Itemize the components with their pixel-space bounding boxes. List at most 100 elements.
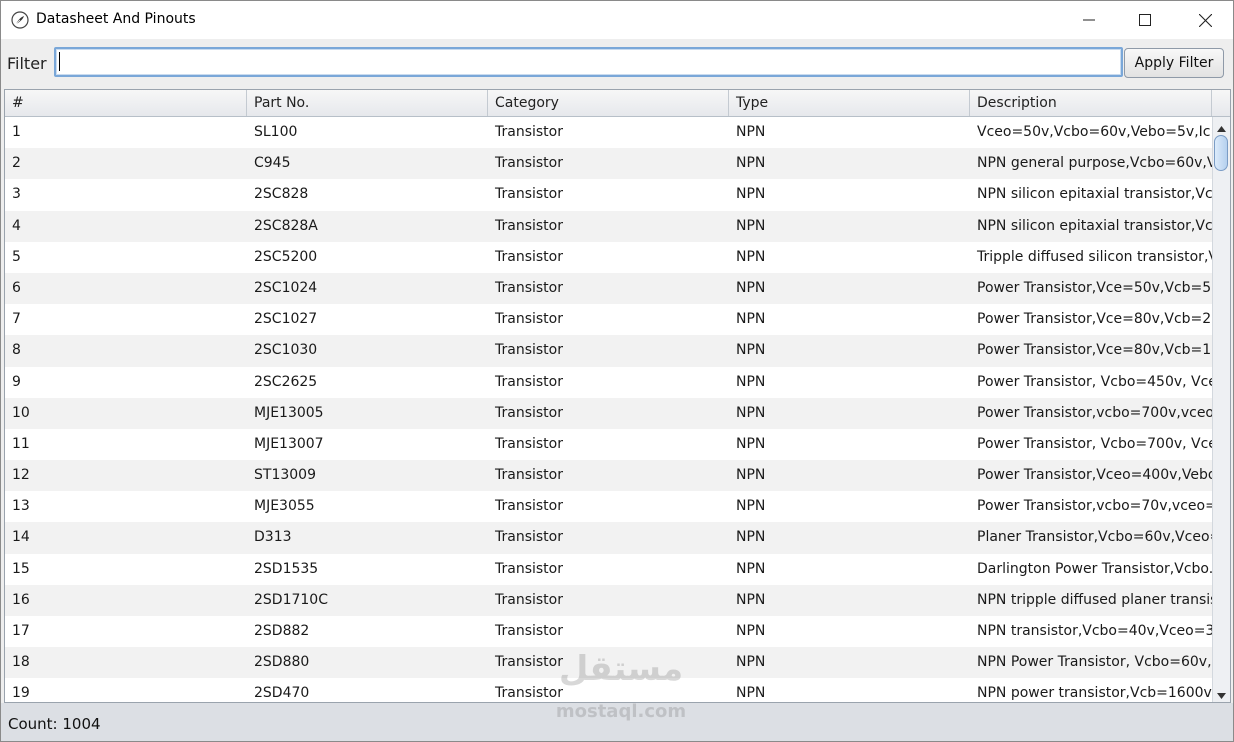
cell-number: 9 <box>12 373 21 390</box>
cell-description: NPN silicon epitaxial transistor,Vcb... <box>977 217 1212 234</box>
table-row[interactable]: 1 SL100 Transistor NPN Vceo=50v,Vcbo=60v,Veb… <box>5 117 1212 148</box>
table-row[interactable]: 15 2SD1535 Transistor NPN Darlington Power T… <box>5 554 1212 585</box>
cell-part-no: 2SC1027 <box>254 311 318 328</box>
column-header-part-no[interactable]: Part No. <box>247 90 488 116</box>
minimize-icon <box>1083 14 1095 26</box>
filter-input[interactable] <box>54 47 1123 77</box>
cell-category: Transistor <box>495 685 563 702</box>
table-row[interactable]: 2 C945 Transistor NPN NPN general purpose,Vc… <box>5 148 1212 180</box>
app-window: Datasheet And Pinouts Filter Apply Filte… <box>0 0 1234 742</box>
cell-part-no: 2SC2625 <box>254 373 318 390</box>
table-row[interactable]: 11 MJE13007 Transistor NPN Power Transistor,… <box>5 429 1212 460</box>
cell-part-no: MJE13007 <box>254 435 324 452</box>
scroll-down-arrow-icon <box>1217 684 1226 703</box>
cell-number: 7 <box>12 311 21 328</box>
cell-category: Transistor <box>495 467 563 484</box>
cell-part-no: MJE13005 <box>254 404 324 421</box>
record-count: Count: 1004 <box>8 715 101 733</box>
cell-type: NPN <box>736 654 766 671</box>
cell-description: Power Transistor,Vce=80v,Vcb=1... <box>977 342 1212 359</box>
table-row[interactable]: 10 MJE13005 Transistor NPN Power Transistor,… <box>5 397 1212 429</box>
cell-description: Power Transistor,vcbo=700v,vceo... <box>977 404 1212 421</box>
scroll-down-button[interactable] <box>1213 684 1230 702</box>
cell-type: NPN <box>736 435 766 452</box>
cell-part-no: 2SC5200 <box>254 248 318 265</box>
apply-filter-button[interactable]: Apply Filter <box>1124 48 1224 78</box>
cell-number: 12 <box>12 467 30 484</box>
vertical-scrollbar[interactable] <box>1212 117 1230 702</box>
cell-description: NPN general purpose,Vcbo=60v,V... <box>977 155 1212 172</box>
cell-description: NPN tripple diffused planer transist... <box>977 591 1212 608</box>
cell-type: NPN <box>736 342 766 359</box>
table-body: 1 SL100 Transistor NPN Vceo=50v,Vcbo=60v,Veb… <box>5 117 1212 702</box>
close-button[interactable] <box>1177 1 1233 39</box>
cell-type: NPN <box>736 373 766 390</box>
cell-part-no: 2SD1535 <box>254 560 319 577</box>
cell-type: NPN <box>736 404 766 421</box>
cell-part-no: 2SD470 <box>254 685 310 702</box>
cell-number: 8 <box>12 342 21 359</box>
cell-description: NPN Power Transistor, Vcbo=60v,... <box>977 654 1212 671</box>
cell-description: Power Transistor,vcbo=70v,vceo=... <box>977 498 1212 515</box>
cell-type: NPN <box>736 685 766 702</box>
column-header-description[interactable]: Description <box>970 90 1212 116</box>
table-row[interactable]: 14 D313 Transistor NPN Planer Transistor,Vcb… <box>5 522 1212 554</box>
cell-number: 13 <box>12 498 30 515</box>
feather-icon <box>11 11 29 29</box>
cell-type: NPN <box>736 467 766 484</box>
cell-type: NPN <box>736 498 766 515</box>
cell-description: Darlington Power Transistor,Vcbo... <box>977 560 1212 577</box>
cell-type: NPN <box>736 186 766 203</box>
table-row[interactable]: 7 2SC1027 Transistor NPN Power Transistor,Vc… <box>5 304 1212 335</box>
cell-category: Transistor <box>495 373 563 390</box>
column-header-number[interactable]: # <box>5 90 247 116</box>
column-header-type[interactable]: Type <box>729 90 970 116</box>
parts-table: # Part No. Category Type Description 1 SL… <box>4 89 1231 703</box>
cell-part-no: C945 <box>254 155 291 172</box>
window-title: Datasheet And Pinouts <box>36 11 196 27</box>
table-row[interactable]: 17 2SD882 Transistor NPN NPN transistor,Vcbo… <box>5 616 1212 647</box>
cell-number: 16 <box>12 591 30 608</box>
cell-type: NPN <box>736 529 766 546</box>
minimize-button[interactable] <box>1061 1 1117 39</box>
cell-description: NPN power transistor,Vcb=1600v,... <box>977 685 1212 702</box>
cell-part-no: 2SC1024 <box>254 279 318 296</box>
cell-type: NPN <box>736 155 766 172</box>
cell-description: Power Transistor,Vceo=400v,Vebo... <box>977 467 1212 484</box>
filter-label: Filter <box>7 54 47 73</box>
table-row[interactable]: 6 2SC1024 Transistor NPN Power Transistor,Vc… <box>5 272 1212 305</box>
title-bar[interactable]: Datasheet And Pinouts <box>1 1 1233 39</box>
cell-category: Transistor <box>495 529 563 546</box>
scrollbar-thumb[interactable] <box>1214 135 1228 171</box>
cell-number: 4 <box>12 217 21 234</box>
cell-type: NPN <box>736 311 766 328</box>
cell-part-no: 2SD880 <box>254 654 310 671</box>
table-row[interactable]: 4 2SC828A Transistor NPN NPN silicon epitaxi… <box>5 210 1212 242</box>
column-header-category[interactable]: Category <box>488 90 729 116</box>
table-row[interactable]: 19 2SD470 Transistor NPN NPN power transisto… <box>5 678 1212 702</box>
cell-category: Transistor <box>495 217 563 234</box>
scroll-up-arrow-icon <box>1217 117 1226 136</box>
table-header: # Part No. Category Type Description <box>5 90 1230 117</box>
cell-part-no: 2SC828A <box>254 217 318 234</box>
table-row[interactable]: 3 2SC828 Transistor NPN NPN silicon epitaxia… <box>5 179 1212 210</box>
table-row[interactable]: 9 2SC2625 Transistor NPN Power Transistor, V… <box>5 367 1212 398</box>
scroll-up-button[interactable] <box>1213 117 1230 135</box>
table-row[interactable]: 13 MJE3055 Transistor NPN Power Transistor,v… <box>5 491 1212 522</box>
cell-description: Vceo=50v,Vcbo=60v,Vebo=5v,Ic=... <box>977 124 1212 140</box>
table-row[interactable]: 12 ST13009 Transistor NPN Power Transistor,V… <box>5 460 1212 492</box>
table-row[interactable]: 16 2SD1710C Transistor NPN NPN tripple diffu… <box>5 584 1212 616</box>
cell-category: Transistor <box>495 654 563 671</box>
cell-description: Tripple diffused silicon transistor,Vc..… <box>977 248 1212 265</box>
maximize-button[interactable] <box>1117 1 1173 39</box>
cell-description: Planer Transistor,Vcbo=60v,Vceo=... <box>977 529 1212 546</box>
table-row[interactable]: 8 2SC1030 Transistor NPN Power Transistor,Vc… <box>5 335 1212 367</box>
cell-number: 3 <box>12 186 21 203</box>
table-row[interactable]: 18 2SD880 Transistor NPN NPN Power Transisto… <box>5 647 1212 679</box>
table-row[interactable]: 5 2SC5200 Transistor NPN Tripple diffused si… <box>5 242 1212 273</box>
cell-category: Transistor <box>495 560 563 577</box>
cell-number: 5 <box>12 248 21 265</box>
cell-category: Transistor <box>495 404 563 421</box>
cell-number: 11 <box>12 435 30 452</box>
cell-type: NPN <box>736 279 766 296</box>
